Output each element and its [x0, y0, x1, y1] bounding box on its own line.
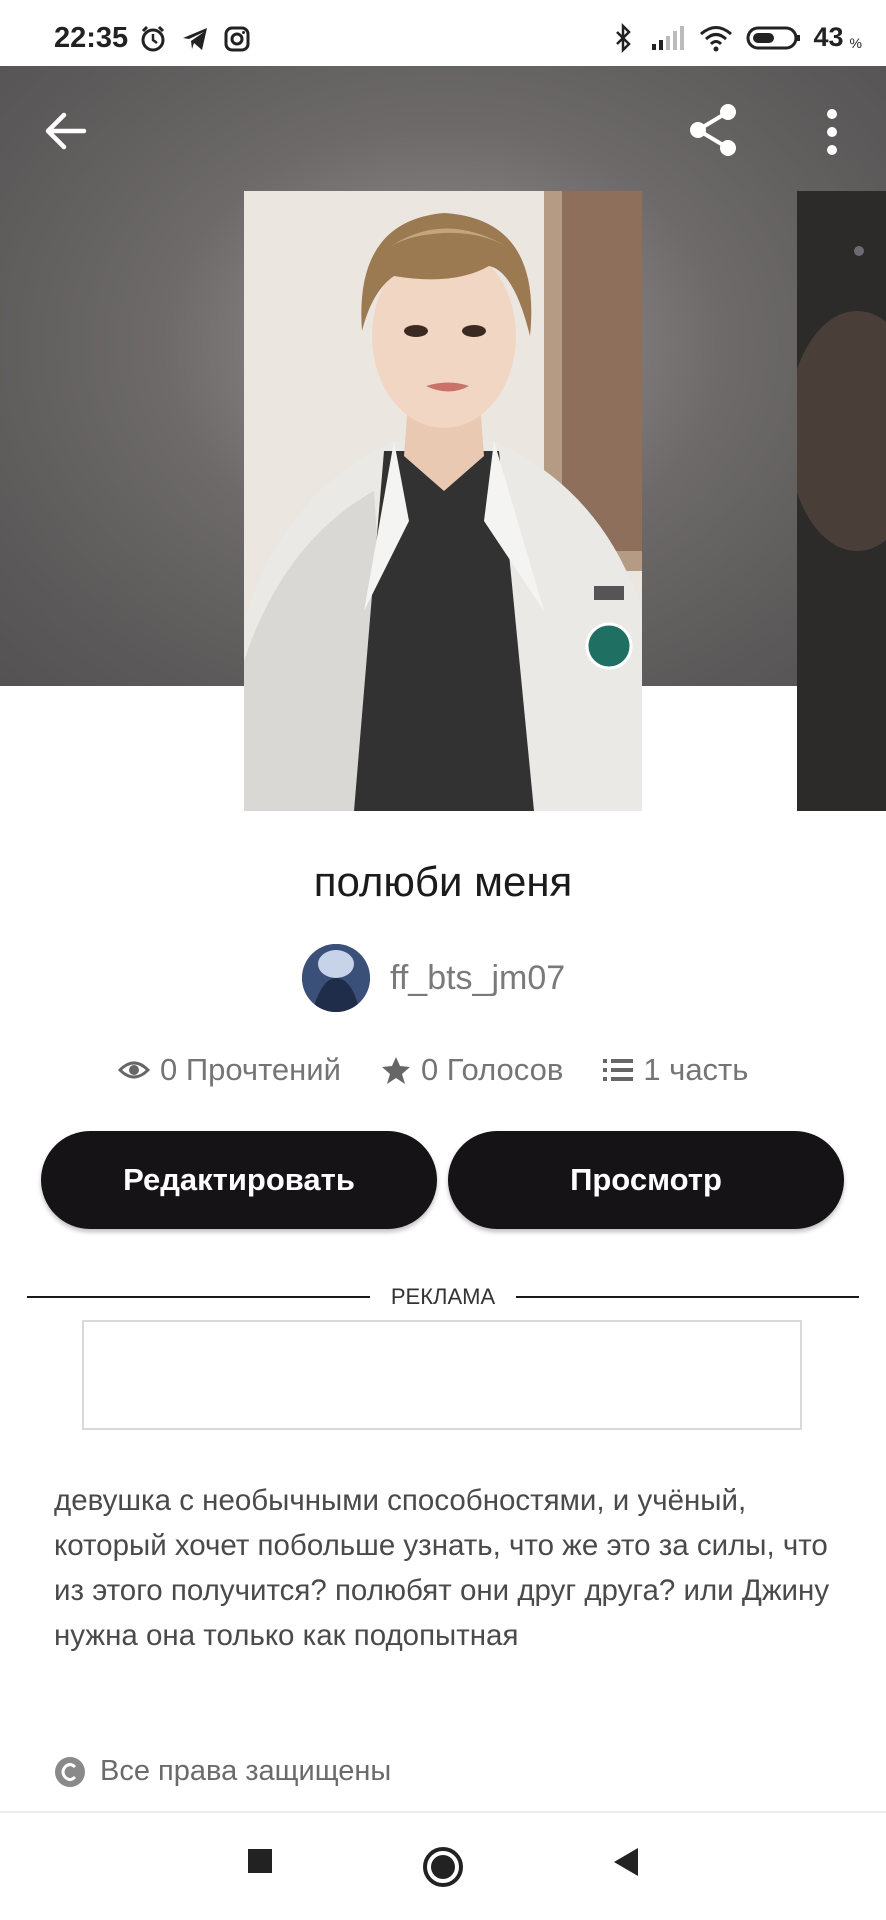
ad-divider-left [27, 1296, 370, 1298]
recents-square-icon[interactable] [245, 1846, 275, 1876]
home-circle-icon[interactable] [422, 1846, 464, 1888]
ad-label: РЕКЛАМА [390, 1284, 496, 1309]
battery-level: 43 [813, 22, 844, 52]
arrow-left-icon[interactable] [40, 106, 90, 156]
parts-count: 1 часть [643, 1052, 749, 1087]
avatar[interactable] [302, 944, 370, 1012]
avatar-image [302, 944, 370, 1012]
system-icons: 43 % [608, 22, 862, 53]
bluetooth-icon [615, 22, 631, 53]
share-icon[interactable] [684, 100, 744, 160]
copyright-icon [55, 1756, 85, 1787]
more-vert-icon[interactable] [810, 104, 854, 160]
ad-placeholder[interactable] [82, 1320, 802, 1430]
next-cover-illustration [797, 191, 886, 811]
votes-count: 0 Голосов [420, 1052, 564, 1087]
star-icon [381, 1057, 410, 1084]
eye-icon [118, 1061, 150, 1079]
story-stats: 0 Прочтений 0 Голосов 1 часть [118, 1052, 788, 1088]
reads-stat: 0 Прочтений [118, 1052, 341, 1088]
reads-count: 0 Прочтений [160, 1052, 341, 1087]
alarm-icon [141, 25, 165, 52]
instagram-icon [224, 26, 250, 52]
back-triangle-icon[interactable] [610, 1846, 640, 1878]
parts-stat: 1 часть [603, 1052, 748, 1088]
copyright-row: Все права защищены [54, 1755, 391, 1788]
ad-divider-right [516, 1296, 859, 1298]
view-button[interactable]: Просмотр [448, 1131, 844, 1229]
battery-unit: % [849, 34, 862, 51]
story-title: полюби меня [313, 858, 573, 905]
telegram-icon [183, 28, 207, 50]
cover-illustration [244, 191, 642, 811]
status-time: 22:35 [54, 22, 129, 54]
story-description: девушка с необычными способностями, и уч… [54, 1484, 830, 1652]
next-story-cover[interactable] [797, 191, 886, 811]
votes-stat: 0 Голосов [381, 1052, 563, 1088]
battery-icon [746, 26, 800, 49]
edit-button[interactable]: Редактировать [41, 1131, 437, 1229]
list-icon [603, 1059, 634, 1081]
author-link[interactable]: ff_bts_jm07 [302, 944, 565, 1012]
notification-icons [138, 24, 252, 54]
story-cover-image[interactable] [244, 191, 642, 811]
wifi-icon [699, 25, 732, 51]
copyright-text: Все права защищены [100, 1755, 392, 1787]
signal-icon [651, 25, 684, 50]
author-name[interactable]: ff_bts_jm07 [390, 959, 565, 998]
status-bar: 22:35 43 % [0, 0, 886, 66]
